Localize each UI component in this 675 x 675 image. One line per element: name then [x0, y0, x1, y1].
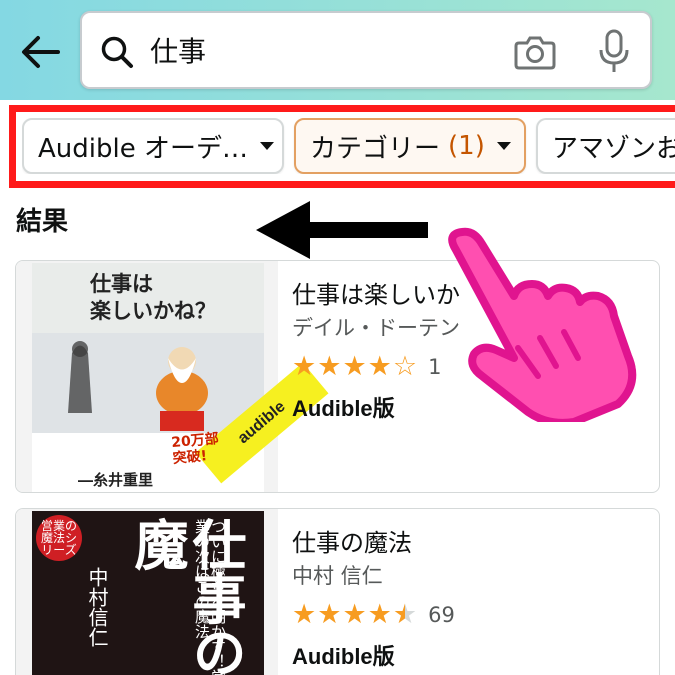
results-heading: 結果: [16, 207, 69, 237]
star-full-icon: ★: [367, 599, 392, 630]
result-card[interactable]: 営業の魔法シリーズ 中村信仁 仕事の魔 ついに極意を明かす！営業の次はこの魔法 …: [15, 508, 660, 675]
cover-image: 仕事は 楽しいかね？ ―糸井重里 audible 20万部 突破!: [32, 263, 329, 492]
filter-chip-category[interactable]: カテゴリー (1): [294, 118, 526, 174]
mic-icon[interactable]: [594, 29, 634, 75]
caret-down-icon: [496, 142, 511, 150]
search-box[interactable]: 仕事: [80, 11, 652, 89]
camera-icon[interactable]: [514, 33, 556, 71]
star-full-icon: ★: [342, 351, 367, 382]
cover-author: 中村信仁: [85, 567, 109, 647]
cover-author: ―糸井重里: [78, 471, 154, 489]
left-arrow-icon: [256, 201, 428, 259]
search-input[interactable]: 仕事: [150, 35, 206, 69]
star-empty-icon: ☆: [392, 351, 418, 382]
chip-label: Audible オーデ…: [38, 133, 248, 164]
chip-count: (1): [448, 131, 485, 161]
rating-count: 69: [428, 603, 455, 627]
header-bar: 仕事: [0, 0, 675, 100]
book-cover[interactable]: 営業の魔法シリーズ 中村信仁 仕事の魔 ついに極意を明かす！営業の次はこの魔法: [16, 509, 278, 675]
rating-row: ★ ★ ★ ★ ★ 69: [292, 599, 649, 631]
filter-chip-audible[interactable]: Audible オーデ…: [22, 118, 284, 174]
search-icon: [101, 36, 133, 68]
book-author: 中村 信仁: [292, 564, 383, 588]
star-full-icon: ★: [317, 351, 342, 382]
book-format[interactable]: Audible版: [292, 639, 649, 671]
back-button[interactable]: [18, 32, 62, 72]
filter-chip-amazon[interactable]: アマゾンお: [536, 118, 675, 174]
star-rating: ★ ★ ★ ★ ★: [292, 600, 418, 630]
cover-title-line: 楽しいかね？: [90, 299, 216, 323]
star-half-icon: ★: [392, 599, 418, 630]
pointing-hand-icon: [448, 227, 637, 422]
cover-image: 営業の魔法シリーズ 中村信仁 仕事の魔 ついに極意を明かす！営業の次はこの魔法: [32, 511, 264, 675]
star-full-icon: ★: [317, 599, 342, 630]
cover-series-badge: 営業の魔法シリーズ: [36, 515, 82, 561]
cover-title: 仕事は 楽しいかね？: [90, 271, 216, 325]
caret-down-icon: [259, 142, 274, 150]
book-cover[interactable]: 仕事は 楽しいかね？ ―糸井重里 audible 20万部 突破!: [16, 261, 329, 492]
cover-badge: 20万部 突破!: [171, 431, 221, 467]
cover-title-line: 仕事は: [90, 272, 153, 296]
book-title[interactable]: 仕事の魔法: [292, 527, 649, 559]
star-full-icon: ★: [292, 351, 317, 382]
star-rating: ★ ★ ★ ★ ☆: [292, 352, 418, 382]
star-full-icon: ★: [292, 599, 317, 630]
arrow-left-icon: [22, 36, 60, 68]
filter-chip-row: Audible オーデ… カテゴリー (1) アマゾンお: [22, 118, 675, 174]
star-full-icon: ★: [367, 351, 392, 382]
chip-label: アマゾンお: [552, 133, 675, 164]
chip-label: カテゴリー: [310, 133, 441, 164]
result-info: 仕事の魔法 中村 信仁 ★ ★ ★ ★ ★ 69 Audible版: [292, 527, 649, 671]
star-full-icon: ★: [342, 599, 367, 630]
cover-tagline: ついに極意を明かす！営業の次はこの魔法: [193, 519, 227, 675]
